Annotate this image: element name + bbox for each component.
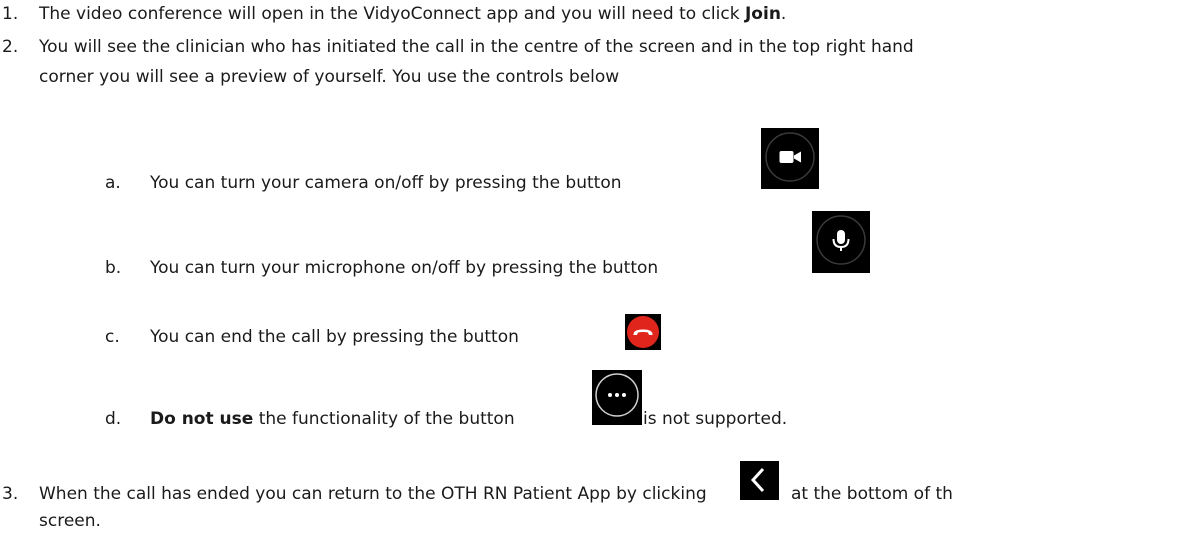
sub-item-d-text: Do not use the functionality of the butt…: [150, 409, 515, 429]
sub-item-a-text: You can turn your camera on/off by press…: [150, 173, 622, 193]
item-1-text: The video conference will open in the Vi…: [39, 4, 745, 24]
list-item-2-line-2: corner you will see a preview of yoursel…: [39, 67, 620, 87]
list-item-3-text: When the call has ended you can return t…: [39, 484, 707, 504]
sub-item-d-text-end: is not supported.: [643, 409, 788, 429]
end-call-icon: [627, 316, 659, 348]
sub-item-c-text: You can end the call by pressing the but…: [150, 327, 519, 347]
chevron-left-icon: [750, 467, 765, 493]
list-number-3: 3.: [2, 484, 19, 504]
microphone-icon: [816, 215, 866, 265]
sub-item-d-text-mid: the functionality of the button: [253, 409, 515, 429]
list-item-3-text-end: at the bottom of th: [791, 484, 953, 504]
list-item-3-line-2: screen.: [39, 511, 101, 531]
sub-item-b-text: You can turn your microphone on/off by p…: [150, 258, 659, 278]
sub-letter-b: b.: [105, 258, 122, 278]
sub-letter-c: c.: [105, 327, 120, 347]
microphone-button-image: [812, 211, 870, 273]
sub-letter-d: d.: [105, 409, 122, 429]
list-item-1: The video conference will open in the Vi…: [39, 4, 786, 24]
item-1-text-end: .: [780, 4, 787, 24]
list-item-2-line-1: You will see the clinician who has initi…: [39, 37, 914, 57]
camera-icon: [765, 132, 815, 182]
list-number-2: 2.: [2, 37, 19, 57]
join-label: Join: [744, 4, 781, 24]
more-options-button-image: [592, 370, 642, 425]
more-options-icon: [595, 373, 639, 417]
do-not-use-label: Do not use: [150, 409, 254, 429]
end-call-button-image: [625, 314, 661, 350]
back-button-image: [740, 461, 779, 500]
sub-letter-a: a.: [105, 173, 121, 193]
list-number-1: 1.: [2, 4, 19, 24]
camera-button-image: [761, 128, 819, 189]
